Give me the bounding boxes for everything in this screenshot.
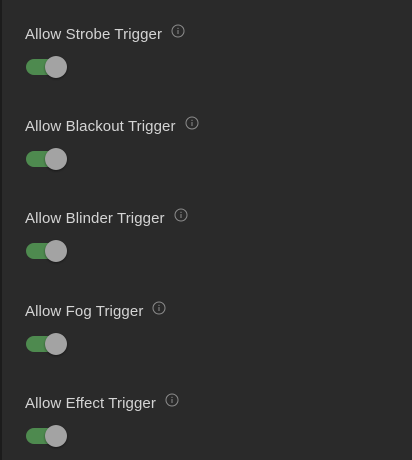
toggle-thumb <box>45 56 67 78</box>
allow-fog-trigger-toggle[interactable] <box>26 332 68 356</box>
setting-label: Allow Blackout Trigger <box>25 118 176 135</box>
toggle-thumb <box>45 148 67 170</box>
setting-label-row: Allow Fog Trigger <box>25 301 166 322</box>
toggle-thumb <box>45 240 67 262</box>
allow-effect-trigger-toggle[interactable] <box>26 424 68 448</box>
setting-allow-strobe-trigger: Allow Strobe Trigger <box>25 24 385 85</box>
info-icon[interactable] <box>165 393 179 407</box>
setting-allow-blackout-trigger: Allow Blackout Trigger <box>25 116 385 177</box>
allow-blinder-trigger-toggle[interactable] <box>26 239 68 263</box>
toggle-thumb <box>45 425 67 447</box>
setting-label: Allow Strobe Trigger <box>25 26 163 43</box>
info-icon[interactable] <box>171 24 185 38</box>
info-icon[interactable] <box>174 208 188 222</box>
setting-label: Allow Effect Trigger <box>25 395 156 412</box>
setting-label-row: Allow Strobe Trigger <box>25 24 185 45</box>
info-icon[interactable] <box>152 301 166 315</box>
setting-label-row: Allow Effect Trigger <box>25 393 179 414</box>
allow-strobe-trigger-toggle[interactable] <box>26 55 68 79</box>
toggle-thumb <box>45 333 67 355</box>
setting-allow-effect-trigger: Allow Effect Trigger <box>25 393 385 454</box>
setting-allow-fog-trigger: Allow Fog Trigger <box>25 301 385 362</box>
setting-label-row: Allow Blinder Trigger <box>25 208 188 229</box>
setting-allow-blinder-trigger: Allow Blinder Trigger <box>25 208 385 269</box>
trigger-settings-panel: Allow Strobe Trigger Allow Blackout Trig… <box>0 0 412 460</box>
setting-label-row: Allow Blackout Trigger <box>25 116 199 137</box>
setting-label: Allow Blinder Trigger <box>25 210 165 227</box>
allow-blackout-trigger-toggle[interactable] <box>26 147 68 171</box>
setting-label: Allow Fog Trigger <box>25 303 144 320</box>
info-icon[interactable] <box>185 116 199 130</box>
